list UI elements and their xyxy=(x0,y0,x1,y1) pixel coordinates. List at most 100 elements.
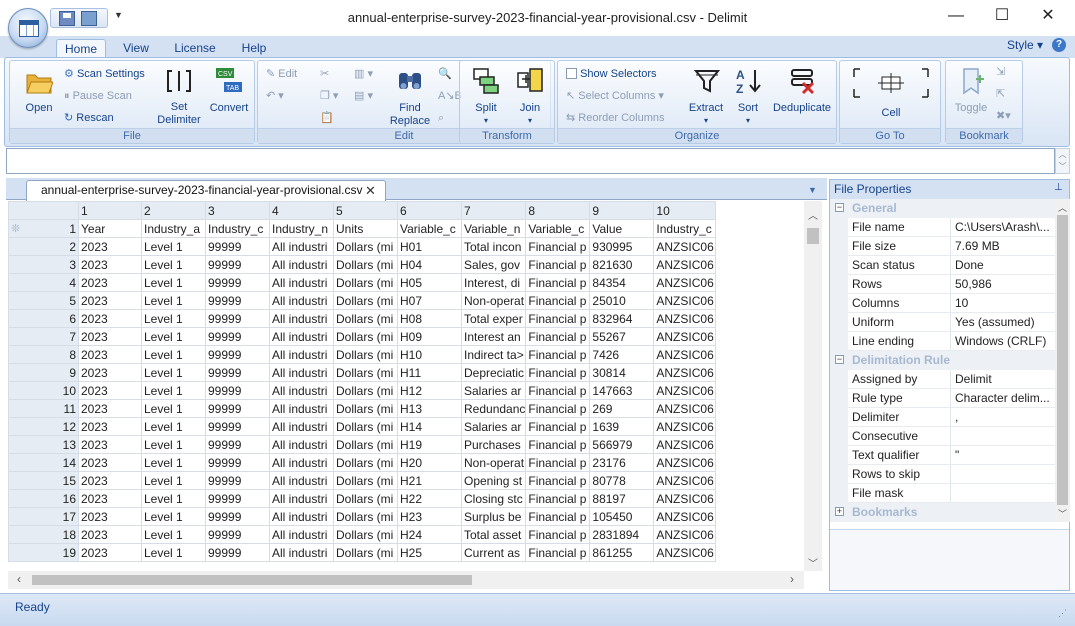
grid-cell[interactable]: Variable_c xyxy=(525,219,591,238)
insert-button[interactable]: ▥ ▾ xyxy=(354,67,373,81)
grid-cell[interactable]: Dollars (mi xyxy=(333,237,398,256)
grid-cell[interactable]: 99999 xyxy=(205,345,270,364)
grid-cell[interactable]: ANZSIC06 xyxy=(653,435,717,454)
grid-cell[interactable]: Level 1 xyxy=(141,291,206,310)
grid-cell[interactable]: H21 xyxy=(397,471,462,490)
grid-cell[interactable]: ANZSIC06 xyxy=(653,471,717,490)
row-number[interactable]: 5 xyxy=(8,291,79,310)
grid-cell[interactable]: ANZSIC06 xyxy=(653,417,717,436)
grid-cell[interactable]: Current as xyxy=(460,543,527,562)
undo-button[interactable]: ↶ ▾ xyxy=(266,89,284,103)
grid-cell[interactable]: All industri xyxy=(269,291,334,310)
paste-button[interactable]: 📋 xyxy=(320,111,334,125)
grid-cell[interactable]: ANZSIC06 xyxy=(653,489,717,508)
panel-scroll-down-icon[interactable]: ﹀ xyxy=(1058,507,1067,520)
grid-cell[interactable]: 99999 xyxy=(205,381,270,400)
property-row[interactable]: Rule type Character delim... xyxy=(830,389,1055,408)
property-category-general[interactable]: − General xyxy=(830,199,1055,218)
grid-cell[interactable]: H24 xyxy=(397,525,462,544)
property-row[interactable]: Delimiter, xyxy=(830,408,1055,427)
close-tab-icon[interactable]: ✕ xyxy=(365,181,376,200)
grid-cell[interactable]: Level 1 xyxy=(141,417,206,436)
tab-home[interactable]: Home xyxy=(56,39,106,59)
grid-cell[interactable]: 23176 xyxy=(589,453,655,472)
grid-cell[interactable]: 2023 xyxy=(78,327,142,346)
application-menu-button[interactable] xyxy=(8,8,48,48)
tab-license[interactable]: License xyxy=(168,39,222,59)
data-grid[interactable]: 1 2 3 4 5 6 7 8 9 10 ❊ 1 Year Industry_a Industry_c In… xyxy=(8,201,804,571)
scroll-down-icon[interactable]: ﹀ xyxy=(808,555,818,570)
grid-cell[interactable]: H19 xyxy=(397,435,462,454)
grid-cell[interactable]: Interest, di xyxy=(460,273,527,292)
grid-cell[interactable]: ANZSIC06 xyxy=(653,237,717,256)
maximize-button[interactable]: ☐ xyxy=(979,4,1025,30)
grid-cell[interactable]: Variable_c xyxy=(397,219,462,238)
grid-cell[interactable]: Variable_n xyxy=(460,219,527,238)
grid-cell[interactable]: 2023 xyxy=(78,399,142,418)
grid-cell[interactable]: All industri xyxy=(269,507,334,526)
grid-cell[interactable]: H12 xyxy=(397,381,462,400)
cut-button[interactable]: ✂ xyxy=(320,67,329,81)
property-category-delimitation[interactable]: − Delimitation Rule xyxy=(830,351,1055,370)
row-number[interactable]: 16 xyxy=(8,489,79,508)
grid-cell[interactable]: Dollars (mi xyxy=(333,273,398,292)
grid-cell[interactable]: 84354 xyxy=(589,273,655,292)
row-number[interactable]: ❊ 1 xyxy=(8,219,79,238)
grid-cell[interactable]: All industri xyxy=(269,543,334,562)
property-row[interactable]: Line ending Windows (CRLF) xyxy=(830,332,1055,351)
grid-cell[interactable]: 832964 xyxy=(589,309,655,328)
grid-cell[interactable]: Interest an xyxy=(460,327,527,346)
grid-cell[interactable]: 88197 xyxy=(589,489,655,508)
grid-cell[interactable]: Level 1 xyxy=(141,471,206,490)
grid-cell[interactable]: 2023 xyxy=(78,435,142,454)
grid-cell[interactable]: Dollars (mi xyxy=(333,543,398,562)
property-category-bookmarks[interactable]: + Bookmarks xyxy=(830,503,1055,522)
grid-cell[interactable]: Financial p xyxy=(525,453,591,472)
grid-cell[interactable]: Dollars (mi xyxy=(333,453,398,472)
row-number[interactable]: 9 xyxy=(8,363,79,382)
grid-cell[interactable]: 99999 xyxy=(205,435,270,454)
grid-cell[interactable]: 99999 xyxy=(205,399,270,418)
grid-cell[interactable]: Dollars (mi xyxy=(333,507,398,526)
grid-cell[interactable]: Salaries ar xyxy=(460,381,527,400)
grid-cell[interactable]: H08 xyxy=(397,309,462,328)
find-next-button[interactable]: 🔍 xyxy=(438,67,452,81)
grid-cell[interactable]: Level 1 xyxy=(141,345,206,364)
join-button[interactable]: Join ▾ xyxy=(508,67,552,127)
grid-cell[interactable]: All industri xyxy=(269,453,334,472)
set-delimiter-button[interactable]: Set Delimiter xyxy=(152,67,206,127)
grid-cell[interactable]: 99999 xyxy=(205,489,270,508)
column-header[interactable]: 9 xyxy=(589,201,655,220)
property-row[interactable]: Scan status Done xyxy=(830,256,1055,275)
grid-cell[interactable]: ANZSIC06 xyxy=(653,273,717,292)
grid-cell[interactable]: ANZSIC06 xyxy=(653,291,717,310)
grid-cell[interactable]: Dollars (mi xyxy=(333,399,398,418)
grid-cell[interactable]: Surplus be xyxy=(460,507,527,526)
grid-cell[interactable]: 2023 xyxy=(78,525,142,544)
grid-corner[interactable] xyxy=(8,201,79,220)
grid-cell[interactable]: 30814 xyxy=(589,363,655,382)
grid-cell[interactable]: Dollars (mi xyxy=(333,489,398,508)
grid-cell[interactable]: ANZSIC06 xyxy=(653,327,717,346)
grid-cell[interactable]: 2023 xyxy=(78,471,142,490)
grid-cell[interactable]: 2023 xyxy=(78,291,142,310)
grid-cell[interactable]: Financial p xyxy=(525,507,591,526)
grid-cell[interactable]: H25 xyxy=(397,543,462,562)
grid-cell[interactable]: 99999 xyxy=(205,237,270,256)
grid-horizontal-scrollbar[interactable]: ‹ › xyxy=(8,571,804,589)
grid-cell[interactable]: Financial p xyxy=(525,543,591,562)
grid-cell[interactable]: Industry_n xyxy=(269,219,334,238)
panel-vertical-scrollbar[interactable]: ︿ ﹀ xyxy=(1055,199,1070,522)
row-number[interactable]: 19 xyxy=(8,543,79,562)
grid-cell[interactable]: Non-operat xyxy=(460,291,527,310)
grid-cell[interactable]: 2023 xyxy=(78,543,142,562)
column-header[interactable]: 10 xyxy=(653,201,717,220)
grid-cell[interactable]: ANZSIC06 xyxy=(653,345,717,364)
help-icon[interactable]: ? xyxy=(1052,38,1066,52)
row-number[interactable]: 11 xyxy=(8,399,79,418)
row-number[interactable]: 12 xyxy=(8,417,79,436)
resize-grip-icon[interactable]: ⋰ xyxy=(1058,608,1067,619)
grid-cell[interactable]: 99999 xyxy=(205,255,270,274)
grid-cell[interactable]: Dollars (mi xyxy=(333,327,398,346)
property-row[interactable]: Text qualifier " xyxy=(830,446,1055,465)
